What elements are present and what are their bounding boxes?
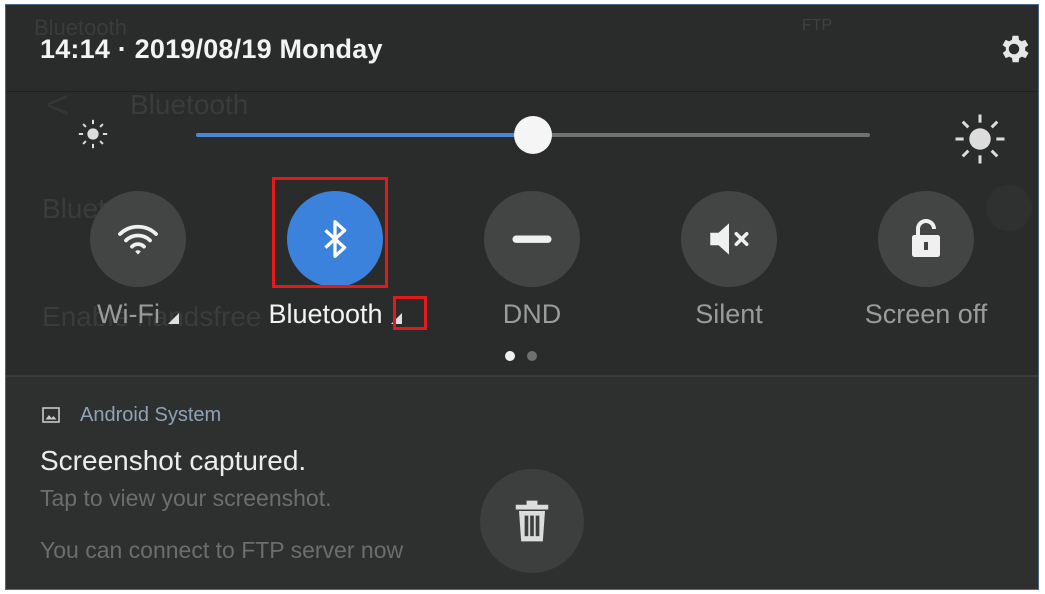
- page-indicator: [505, 351, 545, 363]
- tile-dnd[interactable]: DND: [434, 191, 630, 341]
- brightness-low-icon: [78, 119, 108, 149]
- brightness-high-icon: [955, 114, 1005, 164]
- notification-secondary-text: You can connect to FTP server now: [40, 537, 404, 563]
- notification-title: Screenshot captured.: [40, 445, 307, 476]
- page-dot-active[interactable]: [505, 351, 515, 361]
- header-divider: [6, 91, 1038, 92]
- wifi-label[interactable]: Wi-Fi: [40, 299, 236, 330]
- lock-icon: [912, 219, 940, 257]
- background-status-icons: FTP: [802, 17, 833, 34]
- clear-all-button[interactable]: [480, 469, 584, 573]
- wifi-tile-button[interactable]: [90, 191, 186, 287]
- notification-shade: Bluetooth FTP < Bluetooth Bluetooth Enab…: [5, 4, 1039, 590]
- page-dot[interactable]: [527, 351, 537, 361]
- dnd-tile-button[interactable]: [484, 191, 580, 287]
- dnd-label: DND: [502, 299, 562, 329]
- silent-label: Silent: [695, 299, 763, 329]
- image-icon: [42, 407, 60, 423]
- bluetooth-label-text: Bluetooth: [268, 299, 383, 329]
- gear-icon[interactable]: [996, 31, 1032, 67]
- wifi-label-text: Wi-Fi: [97, 299, 160, 329]
- highlight-bluetooth-tile: [272, 177, 388, 288]
- wifi-menu-arrow-icon[interactable]: [167, 313, 179, 324]
- slider-thumb[interactable]: [514, 116, 552, 154]
- wifi-icon: [118, 224, 158, 255]
- trash-icon: [515, 500, 549, 542]
- volume-mute-icon: [710, 223, 749, 255]
- screen-off-label: Screen off: [864, 299, 988, 329]
- tile-wifi[interactable]: Wi-Fi: [40, 191, 236, 341]
- tile-silent[interactable]: Silent: [631, 191, 827, 341]
- highlight-bluetooth-menu-arrow: [393, 296, 427, 330]
- brightness-slider[interactable]: [196, 115, 870, 155]
- slider-fill: [196, 133, 533, 137]
- screen-off-tile-button[interactable]: [878, 191, 974, 287]
- date-time: 14:14 · 2019/08/19 Monday: [40, 34, 383, 64]
- notification-app-name: Android System: [80, 404, 222, 426]
- tile-screen-off[interactable]: Screen off: [828, 191, 1024, 341]
- background-back-icon: <: [46, 83, 70, 127]
- dnd-icon: [512, 235, 552, 243]
- notification-body: Tap to view your screenshot.: [40, 485, 332, 511]
- silent-tile-button[interactable]: [681, 191, 777, 287]
